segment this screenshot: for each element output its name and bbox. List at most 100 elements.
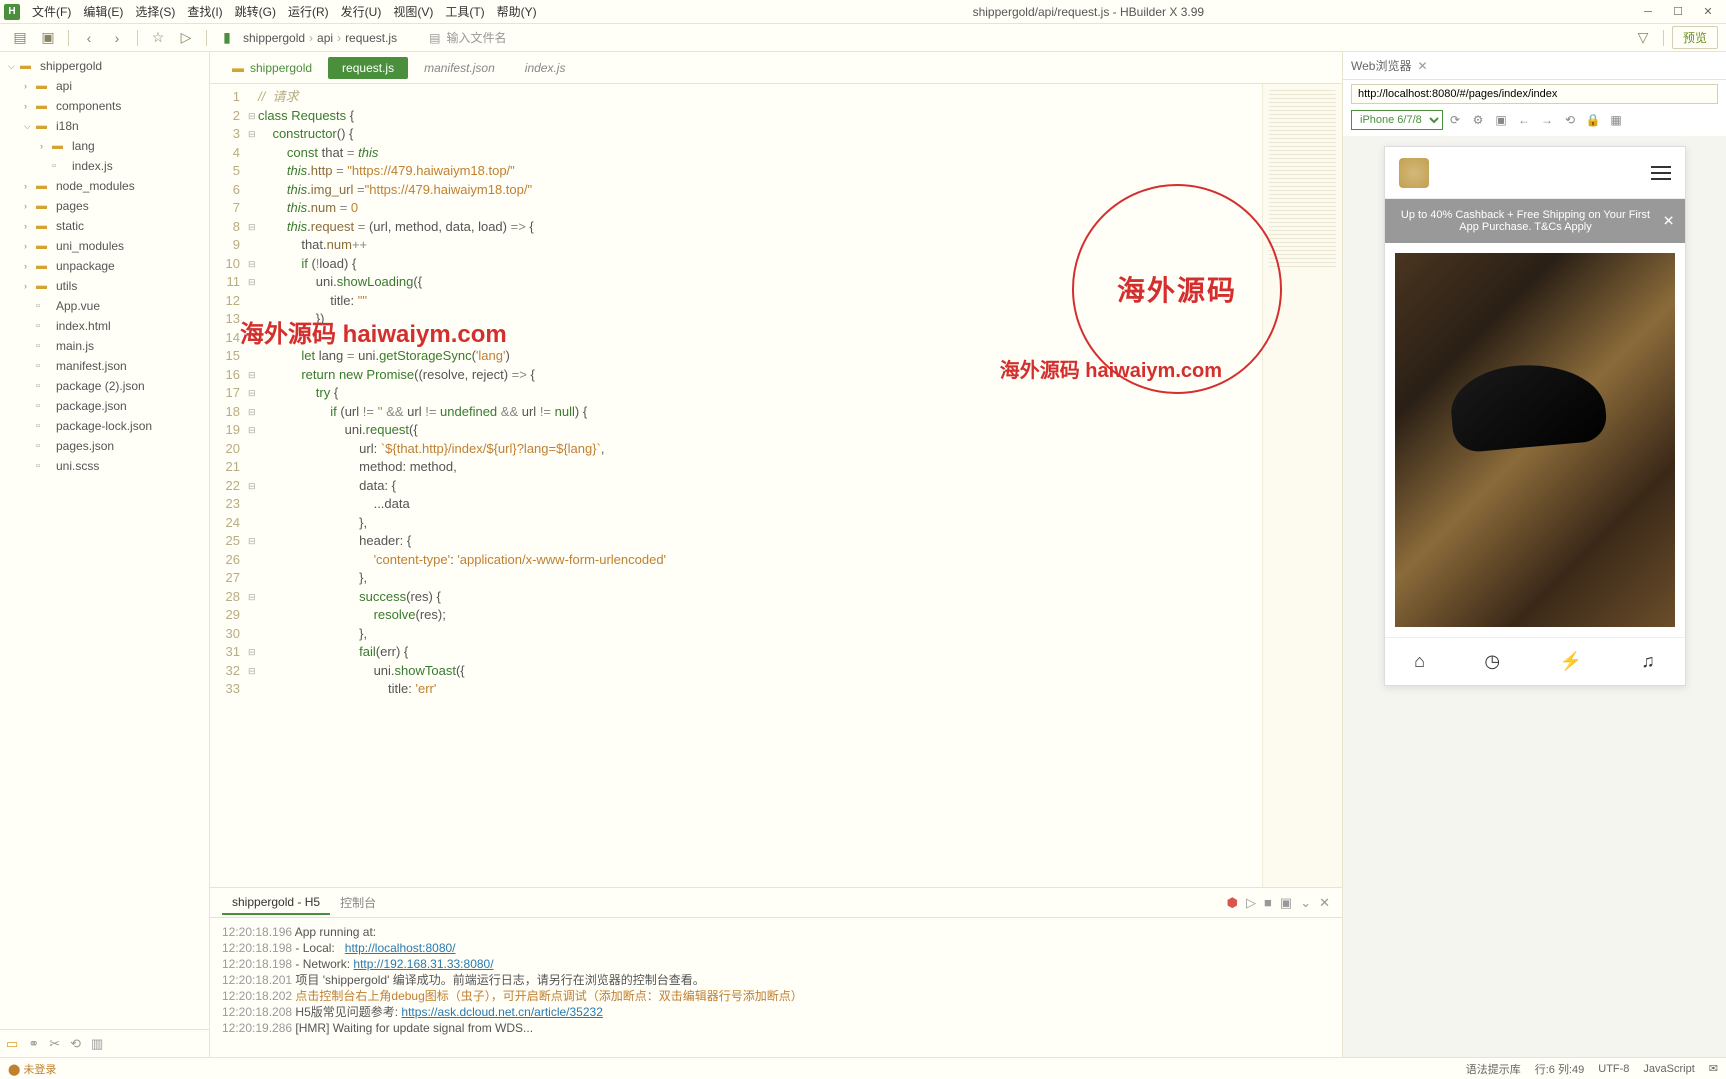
- history-icon[interactable]: ◷: [1484, 651, 1500, 672]
- log-link[interactable]: https://ask.dcloud.net.cn/article/35232: [401, 1005, 602, 1019]
- new-file-icon[interactable]: ▤: [8, 26, 32, 50]
- lock-icon[interactable]: 🔒: [1582, 110, 1604, 130]
- log-link[interactable]: http://192.168.31.33:8080/: [353, 957, 493, 971]
- code-line[interactable]: 30 },: [210, 625, 1262, 644]
- code-line[interactable]: 11⊟ uni.showLoading({: [210, 273, 1262, 292]
- tree-file[interactable]: ▫main.js: [0, 336, 209, 356]
- back-nav-icon[interactable]: ←: [1513, 110, 1535, 130]
- hamburger-menu-icon[interactable]: [1651, 166, 1671, 180]
- site-logo[interactable]: [1399, 158, 1429, 188]
- tree-file[interactable]: ▫package (2).json: [0, 376, 209, 396]
- code-line[interactable]: 13 }): [210, 310, 1262, 329]
- code-line[interactable]: 25⊟ header: {: [210, 532, 1262, 551]
- console-tab-h5[interactable]: shippergold - H5: [222, 891, 330, 915]
- log-link[interactable]: http://localhost:8080/: [345, 941, 456, 955]
- breadcrumb-file[interactable]: request.js: [345, 31, 397, 45]
- minimize-button[interactable]: ─: [1634, 2, 1662, 22]
- code-line[interactable]: 8⊟ this.request = (url, method, data, lo…: [210, 218, 1262, 237]
- tree-folder[interactable]: ⌵▬shippergold: [0, 56, 209, 76]
- layout-icon[interactable]: ▣: [1280, 895, 1292, 911]
- explorer-icon[interactable]: ▭: [6, 1036, 18, 1052]
- code-line[interactable]: 3⊟ constructor() {: [210, 125, 1262, 144]
- debug-icon[interactable]: ⬢: [1227, 895, 1238, 911]
- code-line[interactable]: 22⊟ data: {: [210, 477, 1262, 496]
- tree-file[interactable]: ▫index.html: [0, 316, 209, 336]
- settings-icon[interactable]: ⚙: [1467, 110, 1489, 130]
- tree-folder[interactable]: ›▬uni_modules: [0, 236, 209, 256]
- filename-search[interactable]: ▤ 输入文件名: [421, 27, 1627, 48]
- filter-icon[interactable]: ▽: [1631, 26, 1655, 50]
- tree-file[interactable]: ▫package-lock.json: [0, 416, 209, 436]
- minimap[interactable]: [1262, 84, 1342, 887]
- menu-item[interactable]: 工具(T): [439, 1, 490, 22]
- menu-item[interactable]: 查找(I): [181, 1, 228, 22]
- star-icon[interactable]: ☆: [146, 26, 170, 50]
- code-line[interactable]: 24 },: [210, 514, 1262, 533]
- tree-file[interactable]: ▫manifest.json: [0, 356, 209, 376]
- menu-item[interactable]: 视图(V): [387, 1, 439, 22]
- preview-button[interactable]: 预览: [1672, 26, 1718, 49]
- reload-icon[interactable]: ⟳: [1444, 110, 1466, 130]
- encoding[interactable]: UTF-8: [1598, 1063, 1629, 1075]
- editor-tab[interactable]: request.js: [328, 57, 408, 79]
- tree-folder[interactable]: ›▬pages: [0, 196, 209, 216]
- menu-item[interactable]: 运行(R): [282, 1, 335, 22]
- refresh-icon[interactable]: ⟲: [1559, 110, 1581, 130]
- code-line[interactable]: 7 this.num = 0: [210, 199, 1262, 218]
- breadcrumb-folder[interactable]: api: [317, 31, 333, 45]
- code-line[interactable]: 19⊟ uni.request({: [210, 421, 1262, 440]
- language-mode[interactable]: JavaScript: [1643, 1063, 1694, 1075]
- code-line[interactable]: 26 'content-type': 'application/x-www-fo…: [210, 551, 1262, 570]
- cursor-position[interactable]: 行:6 列:49: [1535, 1061, 1585, 1077]
- menu-item[interactable]: 编辑(E): [77, 1, 129, 22]
- preview-url-input[interactable]: [1351, 84, 1718, 104]
- code-editor[interactable]: 1// 请求2⊟class Requests {3⊟ constructor()…: [210, 84, 1262, 887]
- code-line[interactable]: 18⊟ if (url != '' && url != undefined &&…: [210, 403, 1262, 422]
- editor-tab[interactable]: manifest.json: [410, 57, 509, 79]
- tree-file[interactable]: ▫pages.json: [0, 436, 209, 456]
- notifications-icon[interactable]: ✉: [1709, 1062, 1718, 1075]
- close-button[interactable]: ✕: [1694, 2, 1722, 22]
- stop-icon[interactable]: ▷: [1246, 895, 1256, 911]
- tree-file[interactable]: ▫index.js: [0, 156, 209, 176]
- code-line[interactable]: 32⊟ uni.showToast({: [210, 662, 1262, 681]
- back-icon[interactable]: ‹: [77, 26, 101, 50]
- tree-folder[interactable]: ›▬lang: [0, 136, 209, 156]
- code-line[interactable]: 4 const that = this: [210, 144, 1262, 163]
- breadcrumb-project[interactable]: shippergold: [243, 31, 305, 45]
- code-line[interactable]: 33 title: 'err': [210, 680, 1262, 699]
- sync-icon[interactable]: ⟲: [70, 1036, 81, 1052]
- save-icon[interactable]: ▣: [36, 26, 60, 50]
- close-preview-icon[interactable]: ✕: [1417, 59, 1427, 73]
- menu-item[interactable]: 帮助(Y): [491, 1, 543, 22]
- screenshot-icon[interactable]: ▣: [1490, 110, 1512, 130]
- tree-folder[interactable]: ›▬components: [0, 96, 209, 116]
- menu-item[interactable]: 发行(U): [335, 1, 388, 22]
- code-line[interactable]: 31⊟ fail(err) {: [210, 643, 1262, 662]
- db-icon[interactable]: ▥: [91, 1036, 103, 1052]
- search-icon[interactable]: ✂: [49, 1036, 60, 1052]
- code-line[interactable]: 17⊟ try {: [210, 384, 1262, 403]
- tree-folder[interactable]: ›▬node_modules: [0, 176, 209, 196]
- code-line[interactable]: 27 },: [210, 569, 1262, 588]
- code-line[interactable]: 23 ...data: [210, 495, 1262, 514]
- home-icon[interactable]: ⌂: [1414, 651, 1425, 672]
- console-tab-terminal[interactable]: 控制台: [330, 890, 386, 915]
- tree-folder[interactable]: ›▬api: [0, 76, 209, 96]
- forward-icon[interactable]: ›: [105, 26, 129, 50]
- close-banner-icon[interactable]: ✕: [1663, 213, 1675, 230]
- tree-file[interactable]: ▫App.vue: [0, 296, 209, 316]
- menu-item[interactable]: 文件(F): [26, 1, 77, 22]
- maximize-button[interactable]: ☐: [1664, 2, 1692, 22]
- tree-file[interactable]: ▫package.json: [0, 396, 209, 416]
- code-line[interactable]: 2⊟class Requests {: [210, 107, 1262, 126]
- code-line[interactable]: 10⊟ if (!load) {: [210, 255, 1262, 274]
- tree-folder[interactable]: ⌵▬i18n: [0, 116, 209, 136]
- login-status[interactable]: ⬤ 未登录: [8, 1061, 56, 1077]
- code-line[interactable]: 14 }: [210, 329, 1262, 348]
- run-icon[interactable]: ▷: [174, 26, 198, 50]
- code-line[interactable]: 6 this.img_url ="https://479.haiwaiym18.…: [210, 181, 1262, 200]
- code-line[interactable]: 20 url: `${that.http}/index/${url}?lang=…: [210, 440, 1262, 459]
- code-line[interactable]: 28⊟ success(res) {: [210, 588, 1262, 607]
- console-output[interactable]: 12:20:18.196 App running at:12:20:18.198…: [210, 918, 1342, 1057]
